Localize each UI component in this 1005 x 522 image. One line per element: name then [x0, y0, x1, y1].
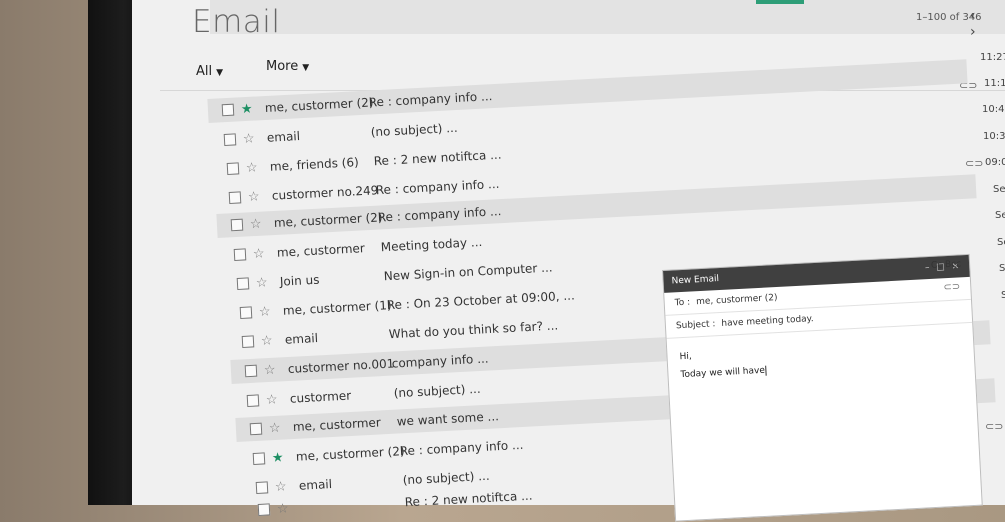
- accent-tab[interactable]: [756, 0, 804, 4]
- star-icon[interactable]: ☆: [250, 216, 265, 232]
- email-subject: Re : company info ...: [399, 437, 524, 459]
- email-subject: (no subject) ...: [370, 120, 458, 140]
- email-sender: me, custormer (2): [295, 444, 405, 464]
- star-icon[interactable]: ★: [241, 101, 256, 117]
- star-icon[interactable]: ☆: [248, 189, 263, 205]
- compose-window: New Email – □ × Cc Bcc To : me, custorme…: [662, 253, 983, 522]
- email-time: Se: [995, 210, 1005, 221]
- email-time: 10:30: [983, 131, 1005, 142]
- paperclip-icon[interactable]: ⊂⊃: [943, 281, 960, 293]
- email-time: 10:45: [982, 104, 1005, 115]
- checkbox-icon[interactable]: [241, 335, 255, 348]
- email-subject: Meeting today ...: [380, 235, 483, 255]
- chevron-down-icon: ▼: [216, 68, 224, 78]
- checkbox-icon[interactable]: [233, 248, 247, 261]
- email-subject: What do you think so far? ...: [388, 318, 559, 342]
- filter-all-label: All: [196, 64, 213, 79]
- checkbox-icon[interactable]: [221, 103, 235, 117]
- checkbox-icon[interactable]: [230, 218, 244, 232]
- body-line-2: Today we will have: [680, 365, 766, 381]
- star-icon[interactable]: ☆: [253, 246, 268, 262]
- email-subject: (no subject) ...: [393, 381, 481, 401]
- email-sender: me, friends (6): [269, 155, 360, 174]
- email-sender: me, custormer (2): [264, 95, 374, 116]
- email-time: 09:01: [985, 157, 1005, 168]
- email-subject: (no subject) ...: [402, 468, 490, 488]
- checkbox-icon[interactable]: [244, 364, 258, 378]
- checkbox-icon[interactable]: [228, 191, 242, 204]
- to-value: me, custormer (2): [695, 292, 778, 308]
- email-sender: [301, 502, 405, 507]
- subject-value: have meeting today.: [721, 314, 814, 329]
- star-icon[interactable]: ☆: [259, 304, 274, 320]
- email-sender: email: [284, 331, 319, 347]
- prev-page-button[interactable]: ‹: [970, 8, 976, 24]
- email-subject: Re : company info ...: [375, 176, 500, 198]
- next-page-button[interactable]: ›: [970, 24, 976, 40]
- email-time: S: [1001, 290, 1005, 301]
- chevron-down-icon: ▼: [302, 63, 310, 73]
- star-icon[interactable]: ☆: [266, 392, 281, 408]
- more-label: More: [266, 59, 299, 74]
- email-time: Se: [997, 237, 1005, 248]
- email-sender: custormer no.001: [287, 356, 395, 377]
- star-icon[interactable]: ★: [272, 450, 287, 466]
- email-subject: company info ...: [391, 351, 489, 371]
- email-time: 11:15 p: [984, 78, 1005, 89]
- star-icon[interactable]: ☆: [261, 333, 276, 349]
- star-icon[interactable]: ☆: [275, 479, 290, 495]
- to-label: To :: [674, 297, 691, 309]
- email-sender: custormer: [289, 388, 352, 406]
- checkbox-icon[interactable]: [249, 422, 263, 436]
- checkbox-icon[interactable]: [252, 452, 266, 465]
- star-icon[interactable]: ☆: [243, 131, 258, 147]
- checkbox-icon[interactable]: [236, 277, 250, 290]
- filter-all-dropdown[interactable]: All ▼: [196, 64, 223, 79]
- email-sender: me, custormer: [292, 415, 382, 435]
- compose-title: New Email: [671, 274, 720, 287]
- paperclip-icon: ⊂⊃: [965, 157, 984, 170]
- star-icon[interactable]: ☆: [256, 275, 271, 291]
- email-subject: Re : company info ...: [377, 204, 502, 225]
- email-sender: custormer no.249: [271, 183, 379, 203]
- star-icon[interactable]: ☆: [269, 420, 284, 436]
- email-subject: we want some ...: [396, 409, 500, 429]
- checkbox-icon[interactable]: [246, 394, 260, 407]
- email-subject: New Sign-in on Computer ...: [383, 260, 553, 284]
- checkbox-icon[interactable]: [223, 133, 237, 146]
- email-time: 11:27 p: [980, 52, 1005, 63]
- email-time: S: [999, 263, 1005, 274]
- cc-bcc-toggle[interactable]: Cc Bcc: [931, 259, 962, 271]
- pagination-nav: ‹ ›: [970, 8, 1005, 40]
- email-time: Se: [993, 184, 1005, 195]
- email-sender: me, custormer: [276, 241, 366, 260]
- app-title: Email: [192, 4, 281, 40]
- email-subject: Re : On 23 October at 09:00, ...: [386, 288, 576, 313]
- text-cursor: [765, 365, 768, 376]
- email-subject: Re : company info ...: [368, 89, 493, 110]
- email-sender: email: [266, 129, 301, 145]
- subject-label: Subject :: [675, 319, 716, 332]
- star-icon[interactable]: ☆: [277, 501, 292, 517]
- checkbox-icon[interactable]: [255, 481, 269, 494]
- email-sender: email: [298, 477, 333, 493]
- more-dropdown[interactable]: More ▼: [266, 59, 309, 74]
- paperclip-icon: ⊂⊃: [985, 420, 1004, 433]
- checkbox-icon[interactable]: [226, 162, 240, 175]
- email-sender: me, custormer (2): [273, 210, 383, 231]
- email-subject: Re : 2 new notiftca ...: [404, 488, 533, 510]
- email-sender: Join us: [279, 272, 320, 289]
- top-bar: [210, 0, 1005, 34]
- checkbox-icon[interactable]: [257, 503, 271, 516]
- star-icon[interactable]: ☆: [264, 362, 279, 378]
- star-icon[interactable]: ☆: [246, 160, 261, 176]
- email-subject: Re : 2 new notiftca ...: [373, 147, 502, 169]
- email-sender: me, custormer (1): [282, 298, 392, 318]
- checkbox-icon[interactable]: [239, 306, 253, 319]
